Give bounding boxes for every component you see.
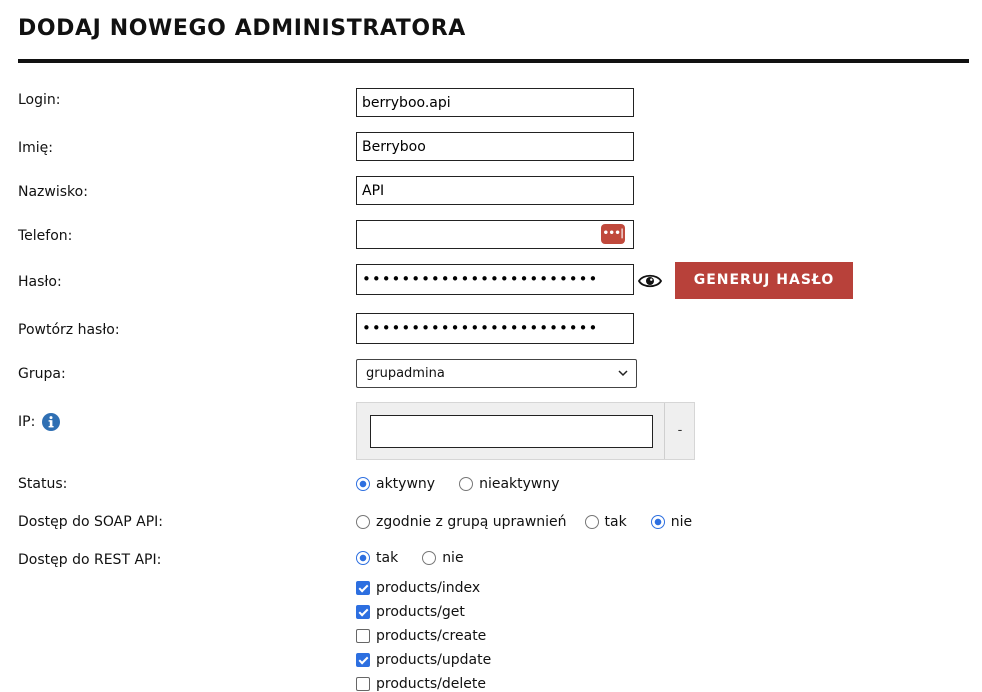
permission-item[interactable]: products/get xyxy=(356,604,465,620)
status-option-inactive[interactable]: nieaktywny xyxy=(459,476,560,492)
ip-label: IP: xyxy=(18,414,36,430)
ip-group: - xyxy=(356,402,695,460)
permission-checkbox[interactable] xyxy=(356,605,370,619)
soap-label: Dostęp do SOAP API: xyxy=(18,514,163,530)
status-option-label: nieaktywny xyxy=(479,476,560,492)
soap-option-label: tak xyxy=(604,514,627,530)
permission-label: products/delete xyxy=(376,676,486,692)
eye-icon[interactable] xyxy=(638,271,662,291)
radio-rest-no[interactable] xyxy=(422,551,437,565)
permission-label: products/create xyxy=(376,628,487,644)
radio-soap-no[interactable] xyxy=(650,515,665,529)
status-label: Status: xyxy=(18,476,68,492)
soap-option-no[interactable]: nie xyxy=(650,514,693,530)
permission-item[interactable]: products/update xyxy=(356,652,491,668)
soap-option-yes[interactable]: tak xyxy=(584,514,627,530)
group-select[interactable]: grupadmina xyxy=(356,359,637,388)
permission-item[interactable]: products/delete xyxy=(356,676,486,692)
radio-rest-yes[interactable] xyxy=(356,551,370,565)
permission-checkbox[interactable] xyxy=(356,653,370,667)
login-input[interactable] xyxy=(356,88,634,117)
ip-remove-button[interactable]: - xyxy=(665,403,695,459)
permission-checkbox[interactable] xyxy=(356,677,370,691)
login-label: Login: xyxy=(18,92,61,108)
password-label: Hasło: xyxy=(18,274,62,290)
last-name-input[interactable] xyxy=(356,176,634,205)
soap-option-label: nie xyxy=(670,514,693,530)
radio-active[interactable] xyxy=(356,477,370,491)
rest-option-yes[interactable]: tak xyxy=(356,550,398,566)
title-divider xyxy=(18,59,969,63)
generate-password-button[interactable]: GENERUJ HASŁO xyxy=(675,262,853,299)
chevron-down-icon xyxy=(618,370,628,377)
info-icon[interactable] xyxy=(42,413,60,431)
group-label: Grupa: xyxy=(18,366,66,382)
radio-soap-group[interactable] xyxy=(356,515,370,529)
rest-label: Dostęp do REST API: xyxy=(18,552,162,568)
password-repeat-input[interactable]: •••••••••••••••••••••••• xyxy=(356,313,634,344)
radio-inactive[interactable] xyxy=(459,477,474,491)
rest-option-no[interactable]: nie xyxy=(422,550,464,566)
status-option-label: aktywny xyxy=(376,476,436,492)
soap-option-group[interactable]: zgodnie z grupą uprawnień xyxy=(356,514,567,530)
password-manager-icon[interactable]: •••| xyxy=(601,224,625,244)
rest-option-label: tak xyxy=(376,550,399,566)
phone-input[interactable] xyxy=(356,220,634,249)
rest-option-label: nie xyxy=(442,550,464,566)
password-input[interactable]: •••••••••••••••••••••••• xyxy=(356,264,634,295)
status-option-active[interactable]: aktywny xyxy=(356,476,435,492)
permission-label: products/get xyxy=(376,604,465,620)
permission-label: products/update xyxy=(376,652,492,668)
status-radio-group: aktywny nieaktywny xyxy=(356,476,584,492)
soap-option-label: zgodnie z grupą uprawnień xyxy=(376,514,567,530)
last-name-label: Nazwisko: xyxy=(18,184,88,200)
first-name-label: Imię: xyxy=(18,140,53,156)
permission-item[interactable]: products/index xyxy=(356,580,480,596)
permission-item[interactable]: products/create xyxy=(356,628,486,644)
first-name-input[interactable] xyxy=(356,132,634,161)
permission-checkbox[interactable] xyxy=(356,629,370,643)
page-title: DODAJ NOWEGO ADMINISTRATORA xyxy=(18,16,466,41)
permission-checkbox[interactable] xyxy=(356,581,370,595)
radio-soap-yes[interactable] xyxy=(584,515,599,529)
ip-input[interactable] xyxy=(370,415,653,448)
permission-label: products/index xyxy=(376,580,481,596)
soap-radio-group: zgodnie z grupą uprawnień tak nie xyxy=(356,514,716,530)
phone-label: Telefon: xyxy=(18,228,73,244)
rest-radio-group: tak nie xyxy=(356,550,488,566)
password-repeat-label: Powtórz hasło: xyxy=(18,322,120,338)
group-select-value: grupadmina xyxy=(366,366,445,381)
